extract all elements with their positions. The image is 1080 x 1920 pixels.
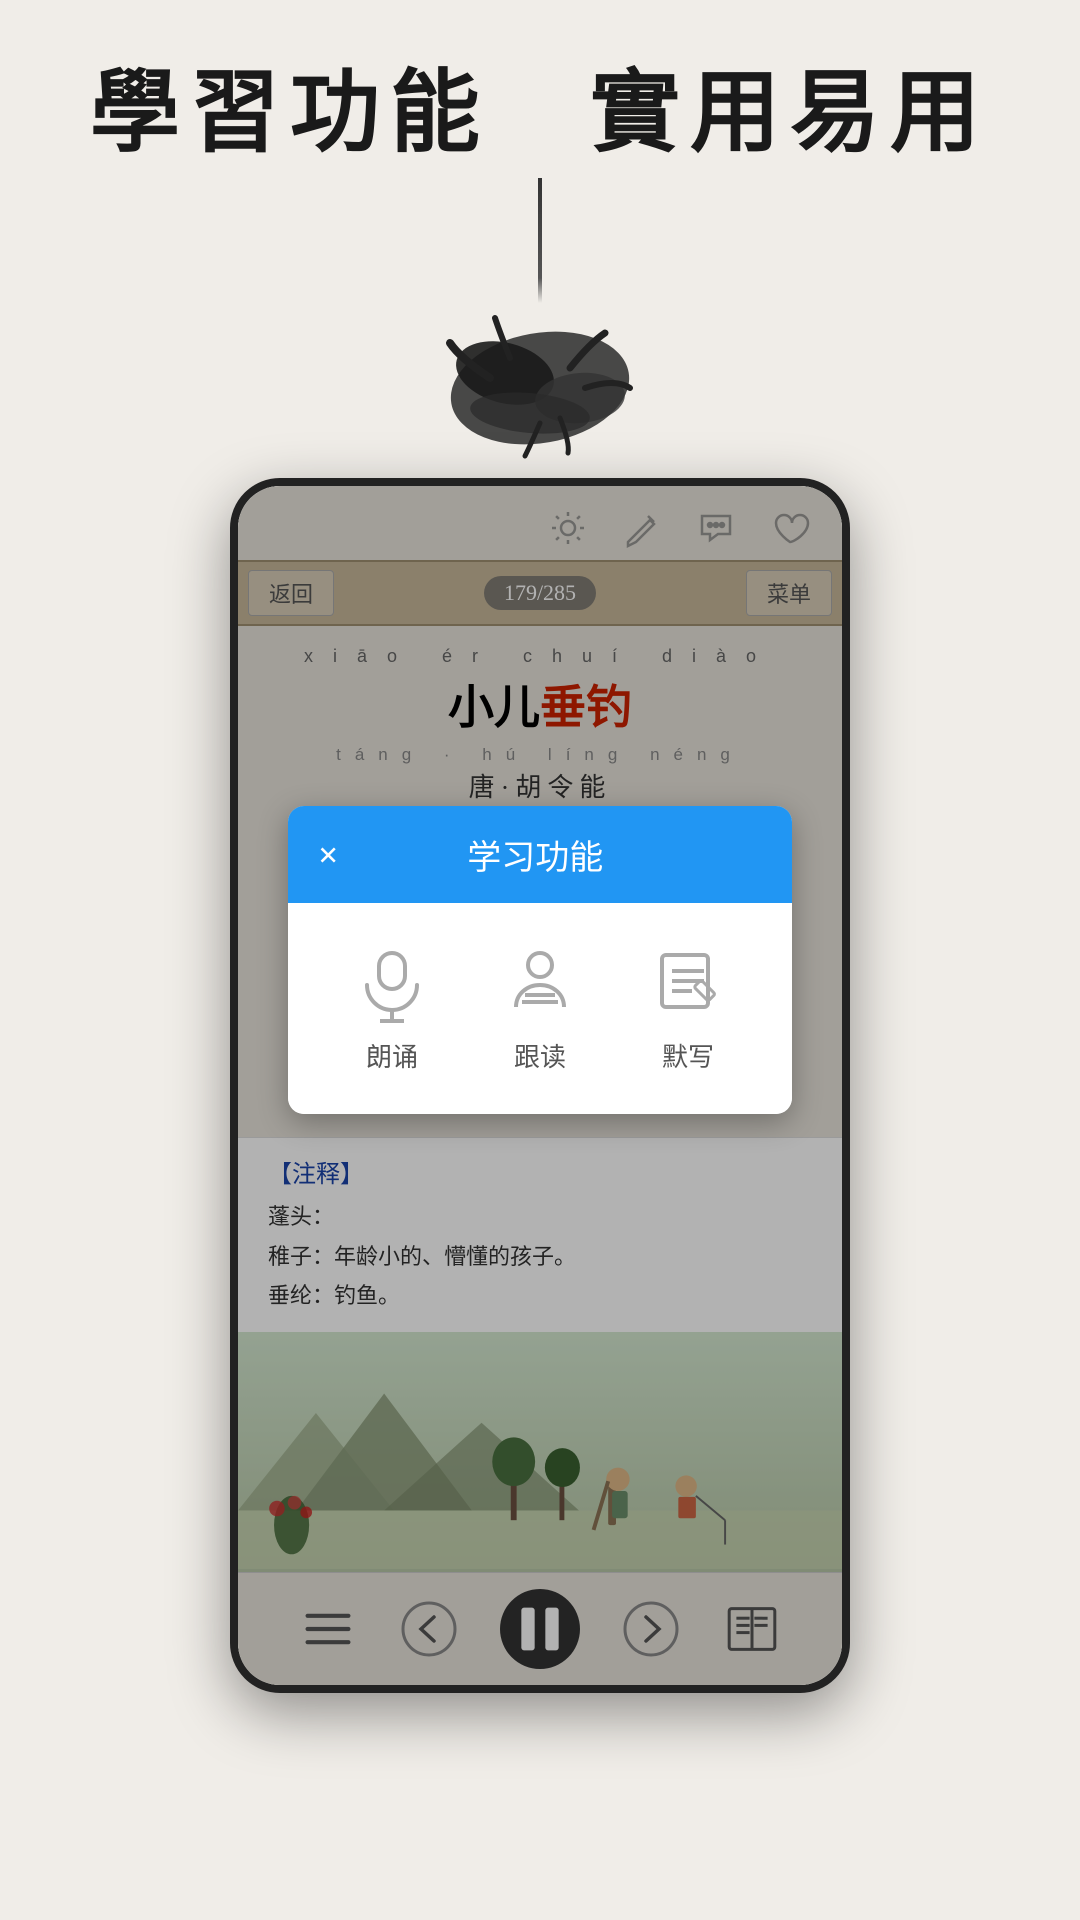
top-area: 學習功能 實用易用 <box>0 0 1080 458</box>
option-moxie-label: 默写 <box>662 1037 714 1074</box>
option-moxie[interactable]: 默写 <box>648 943 728 1074</box>
ink-decoration <box>365 178 715 458</box>
learning-dialog: × 学习功能 朗诵 <box>288 806 792 1114</box>
ink-splash-svg <box>430 298 650 458</box>
reading-icon <box>500 943 580 1023</box>
option-langsung[interactable]: 朗诵 <box>352 943 432 1074</box>
microphone-icon <box>352 943 432 1023</box>
main-title: 學習功能 實用易用 <box>90 60 990 168</box>
dialog-close-button[interactable]: × <box>318 834 339 876</box>
ink-drip <box>538 178 542 303</box>
writing-icon <box>648 943 728 1023</box>
dialog-header: × 学习功能 <box>288 806 792 903</box>
phone-frame: 返回 179/285 菜单 xiāo ér chuí diào 小儿垂钓 tán… <box>230 478 850 1693</box>
phone-screen: 返回 179/285 菜单 xiāo ér chuí diào 小儿垂钓 tán… <box>238 486 842 1685</box>
dialog-body: 朗诵 跟读 <box>288 903 792 1114</box>
dialog-title: 学习功能 <box>369 830 762 879</box>
option-langsung-label: 朗诵 <box>366 1037 418 1074</box>
option-gendou[interactable]: 跟读 <box>500 943 580 1074</box>
dialog-overlay: × 学习功能 朗诵 <box>238 486 842 1685</box>
option-gendou-label: 跟读 <box>514 1037 566 1074</box>
